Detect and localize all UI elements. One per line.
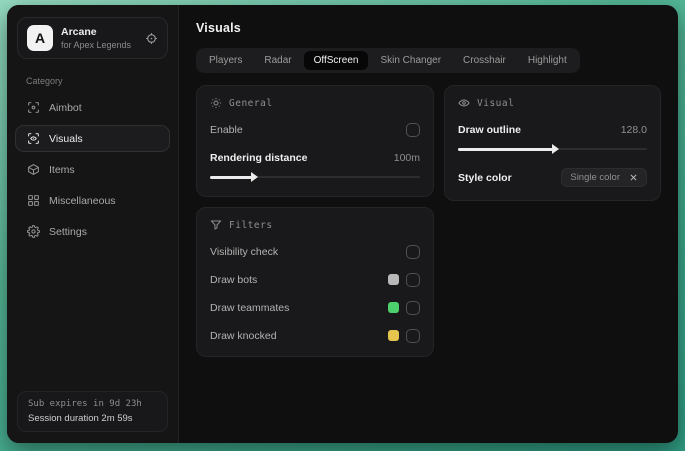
eye-icon [458, 97, 470, 109]
sidebar-item-label: Items [49, 163, 75, 176]
draw-knocked-label: Draw knocked [210, 329, 277, 342]
draw-knocked-checkbox[interactable] [406, 328, 420, 343]
sidebar-item-miscellaneous[interactable]: Miscellaneous [15, 187, 170, 214]
sidebar-item-aimbot[interactable]: Aimbot [15, 94, 170, 121]
slider-thumb[interactable] [251, 172, 258, 182]
crosshair-icon [27, 101, 40, 114]
draw-knocked-color-swatch[interactable] [388, 330, 399, 341]
rendering-distance-slider[interactable] [210, 172, 420, 183]
visual-panel-header: Visual [458, 97, 647, 109]
draw-bots-checkbox[interactable] [406, 272, 420, 287]
visual-panel-title: Visual [477, 97, 515, 109]
rendering-distance-row: Rendering distance 100m [210, 150, 420, 165]
tab-skin-changer[interactable]: Skin Changer [370, 51, 451, 70]
style-color-value: Single color [570, 172, 620, 183]
app-logo: A [27, 25, 53, 51]
sidebar-nav: Aimbot Visuals Items Miscellaneous Setti… [7, 92, 178, 247]
main-content: Visuals Players Radar OffScreen Skin Cha… [179, 5, 678, 443]
tab-players[interactable]: Players [199, 51, 252, 70]
draw-knocked-row: Draw knocked [210, 328, 420, 343]
style-color-label: Style color [458, 171, 512, 184]
category-label: Category [26, 76, 63, 86]
app-logo-letter: A [34, 30, 46, 46]
style-color-select[interactable]: Single color [561, 168, 647, 187]
app-meta: Arcane for Apex Legends [61, 26, 137, 50]
general-panel-header: General [210, 97, 420, 109]
sidebar-item-items[interactable]: Items [15, 156, 170, 183]
draw-bots-label: Draw bots [210, 273, 258, 286]
general-panel-title: General [229, 97, 273, 109]
draw-teammates-color-swatch[interactable] [388, 302, 399, 313]
grid-icon [27, 194, 40, 207]
sun-icon [210, 97, 222, 109]
app-header-card: A Arcane for Apex Legends [17, 17, 168, 59]
tab-crosshair[interactable]: Crosshair [453, 51, 516, 70]
draw-outline-value: 128.0 [620, 123, 647, 136]
page-title: Visuals [196, 21, 241, 35]
sidebar: A Arcane for Apex Legends Category Aimbo… [7, 5, 179, 443]
slider-thumb[interactable] [551, 144, 559, 154]
tab-highlight[interactable]: Highlight [518, 51, 577, 70]
tab-radar[interactable]: Radar [254, 51, 301, 70]
scan-eye-icon [27, 132, 40, 145]
funnel-icon [210, 219, 222, 231]
rendering-distance-label: Rendering distance [210, 151, 308, 164]
draw-teammates-label: Draw teammates [210, 301, 290, 314]
draw-outline-label: Draw outline [458, 123, 522, 136]
session-duration-text: Session duration 2m 59s [28, 413, 133, 424]
sub-expires-text: Sub expires in 9d 23h [28, 399, 142, 409]
package-icon [27, 163, 40, 176]
subscription-info-card: Sub expires in 9d 23h Session duration 2… [17, 391, 168, 432]
visibility-check-label: Visibility check [210, 245, 279, 258]
draw-outline-slider[interactable] [458, 144, 647, 155]
enable-row: Enable [210, 122, 420, 137]
target-icon[interactable] [145, 32, 158, 45]
general-panel: General Enable Rendering distance 100m [196, 85, 434, 197]
enable-checkbox[interactable] [406, 122, 420, 137]
draw-teammates-row: Draw teammates [210, 300, 420, 315]
visual-panel: Visual Draw outline 128.0 Style color Si… [444, 85, 661, 201]
sidebar-item-visuals[interactable]: Visuals [15, 125, 170, 152]
slider-fill [210, 175, 252, 179]
sidebar-item-label: Aimbot [49, 101, 82, 114]
remove-icon[interactable] [629, 173, 638, 182]
visuals-tabbar: Players Radar OffScreen Skin Changer Cro… [196, 48, 580, 73]
left-column: General Enable Rendering distance 100m F… [196, 85, 434, 357]
sidebar-item-label: Miscellaneous [49, 194, 116, 207]
style-color-row: Style color Single color [458, 168, 647, 187]
app-name: Arcane [61, 26, 97, 38]
draw-outline-row: Draw outline 128.0 [458, 122, 647, 137]
visibility-check-row: Visibility check [210, 244, 420, 259]
filters-panel: Filters Visibility check Draw bots Draw … [196, 207, 434, 357]
right-column: Visual Draw outline 128.0 Style color Si… [444, 85, 661, 201]
draw-teammates-checkbox[interactable] [406, 300, 420, 315]
enable-label: Enable [210, 123, 243, 136]
filters-panel-title: Filters [229, 219, 273, 231]
draw-bots-color-swatch[interactable] [388, 274, 399, 285]
sidebar-item-label: Settings [49, 225, 87, 238]
rendering-distance-value: 100m [393, 151, 420, 164]
panels-grid: General Enable Rendering distance 100m F… [196, 85, 661, 357]
gear-icon [27, 225, 40, 238]
slider-fill [458, 147, 553, 151]
sidebar-item-settings[interactable]: Settings [15, 218, 170, 245]
sidebar-item-label: Visuals [49, 132, 83, 145]
app-subtitle: for Apex Legends [61, 40, 132, 50]
draw-bots-row: Draw bots [210, 272, 420, 287]
visibility-check-checkbox[interactable] [406, 244, 420, 259]
app-window: A Arcane for Apex Legends Category Aimbo… [7, 5, 678, 443]
tab-offscreen[interactable]: OffScreen [303, 51, 369, 70]
filters-panel-header: Filters [210, 219, 420, 231]
